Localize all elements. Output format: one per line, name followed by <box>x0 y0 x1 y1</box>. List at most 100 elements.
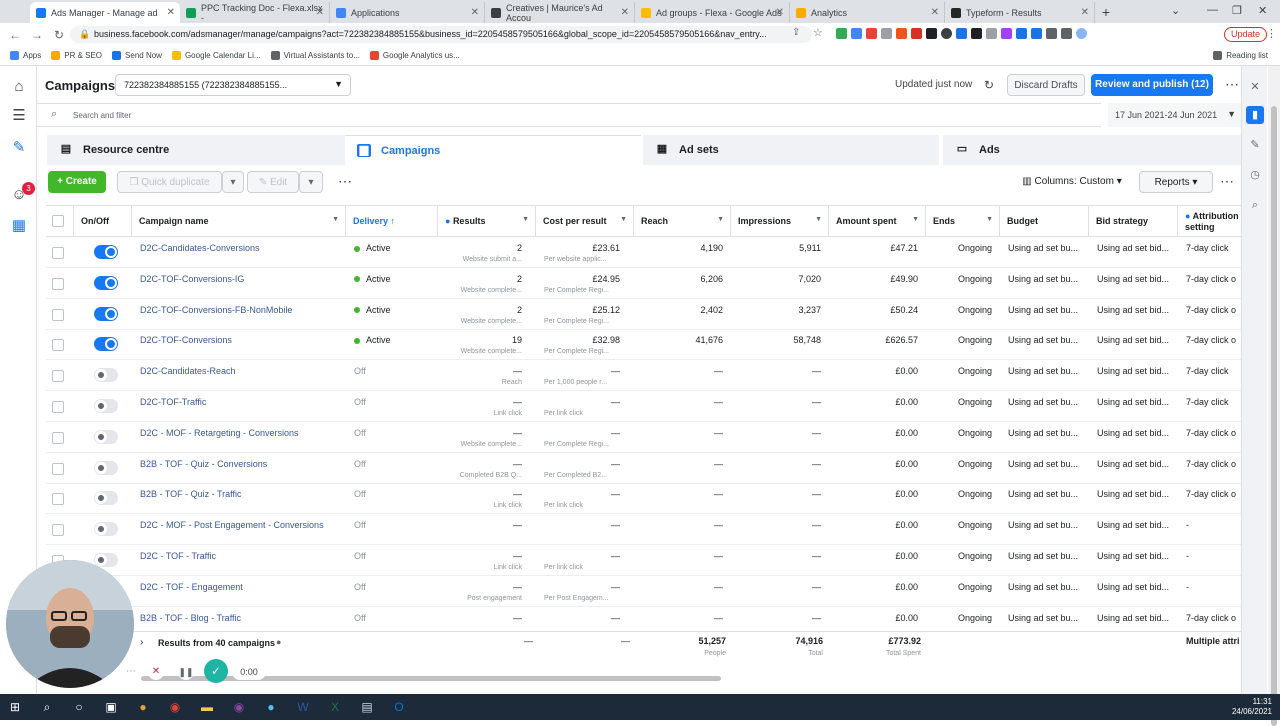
app-icon[interactable]: ▤ <box>356 697 378 717</box>
bookmark-item[interactable]: PR & SEO <box>51 51 102 60</box>
campaign-name-link[interactable]: D2C-TOF-Traffic <box>140 397 206 407</box>
table-row[interactable]: B2B - TOF - Quiz - Traffic Off — Link click… <box>46 483 1241 515</box>
bookmark-item[interactable]: Apps <box>10 51 41 60</box>
table-row[interactable]: D2C-TOF-Conversions-FB-NonMobile Active 2 W… <box>46 299 1241 330</box>
browser-tab[interactable]: Creatives | Maurice's Ad Accou ✕ <box>485 2 635 23</box>
history-icon[interactable]: ◷ <box>1246 166 1264 184</box>
tab-ad-sets[interactable]: ▦ Ad sets <box>643 135 939 165</box>
table-row[interactable]: B2B - TOF - Quiz - Conversions Off — Comple… <box>46 453 1241 484</box>
extension-icon[interactable] <box>896 28 907 39</box>
excel-icon[interactable]: X <box>324 697 346 717</box>
app-icon[interactable]: ◉ <box>228 697 250 717</box>
windows-start-icon[interactable]: ⊞ <box>4 697 26 717</box>
home-icon[interactable]: ⌂ <box>9 78 29 98</box>
forward-icon[interactable]: → <box>26 28 48 42</box>
reading-list[interactable]: Reading list <box>1213 51 1268 60</box>
chart-icon[interactable]: ▮ <box>1246 106 1264 124</box>
new-tab-button[interactable]: + <box>1095 2 1117 23</box>
close-icon[interactable]: ✕ <box>1246 78 1264 96</box>
extension-icon[interactable] <box>986 28 997 39</box>
column-header-onoff[interactable]: On/Off <box>74 206 132 237</box>
browser-tab[interactable]: Ad groups - Flexa - Google Ads ✕ <box>635 2 790 23</box>
outlook-icon[interactable]: O <box>388 697 410 717</box>
table-row[interactable]: D2C-Candidates-Conversions Active 2 Website… <box>46 237 1241 268</box>
row-checkbox[interactable] <box>52 524 64 537</box>
review-publish-button[interactable]: Review and publish (12) <box>1091 74 1213 96</box>
table-row[interactable]: D2C-TOF-Traffic Off — Link click — Per link c… <box>46 391 1241 422</box>
date-range-picker[interactable]: 17 Jun 2021-24 Jun 2021 ▼ <box>1108 103 1241 127</box>
row-checkbox[interactable] <box>52 339 64 352</box>
search-icon[interactable]: ⌕ <box>36 697 58 717</box>
column-header-name[interactable]: Campaign name ▼ <box>132 206 346 237</box>
app-icon[interactable]: ● <box>132 697 154 717</box>
select-all-checkbox[interactable] <box>52 215 64 227</box>
campaign-toggle[interactable] <box>94 553 118 567</box>
extension-icon[interactable] <box>866 28 877 39</box>
account-selector[interactable]: 722382384885155 (722382384885155... ▼ <box>115 74 351 96</box>
reports-button[interactable]: Reports ▾ <box>1139 171 1213 193</box>
table-row[interactable]: D2C-Candidates-Reach Off — Reach — Per 1,000 … <box>46 360 1241 392</box>
campaign-toggle[interactable] <box>94 245 118 259</box>
tab-close-icon[interactable]: ✕ <box>167 7 175 18</box>
table-icon[interactable]: ▦ <box>9 216 29 236</box>
tab-ads[interactable]: ▭ Ads <box>943 135 1241 165</box>
tab-resource-centre[interactable]: ▤ Resource centre <box>47 135 345 165</box>
tab-close-icon[interactable]: ✕ <box>471 7 479 18</box>
more-options-icon[interactable]: ⋯ <box>1225 76 1240 93</box>
campaign-toggle[interactable] <box>94 460 118 475</box>
column-header-amount-spent[interactable]: Amount spent ▼ <box>829 206 926 237</box>
tab-close-icon[interactable]: ✕ <box>1081 7 1089 18</box>
close-window-icon[interactable]: ✕ <box>1258 4 1267 17</box>
column-header-impressions[interactable]: Impressions ▼ <box>731 206 829 237</box>
profile-avatar[interactable] <box>1076 28 1087 39</box>
extension-icon[interactable] <box>1046 28 1057 39</box>
menu-icon[interactable]: ☰ <box>9 106 29 126</box>
edit-dropdown[interactable]: ▾ <box>299 171 323 193</box>
chrome-icon[interactable]: ◉ <box>164 697 186 717</box>
create-button[interactable]: + Create <box>48 171 106 193</box>
row-checkbox[interactable] <box>52 431 64 444</box>
campaign-name-link[interactable]: D2C-TOF-Conversions <box>140 335 232 345</box>
extension-icon[interactable] <box>881 28 892 39</box>
column-header-delivery[interactable]: Delivery ↑ <box>346 206 438 237</box>
campaign-name-link[interactable]: B2B - TOF - Blog - Traffic <box>140 613 241 623</box>
table-row[interactable]: D2C - MOF - Post Engagement - Conversion… <box>46 514 1241 546</box>
campaign-toggle[interactable] <box>94 429 118 444</box>
table-row[interactable]: D2C-TOF-Conversions-IG Active 2 Website com… <box>46 268 1241 299</box>
row-checkbox[interactable] <box>52 277 64 290</box>
row-checkbox[interactable] <box>52 308 64 321</box>
campaign-toggle[interactable] <box>94 399 118 413</box>
browser-tab[interactable]: Applications ✕ <box>330 2 485 23</box>
table-row[interactable]: D2C-TOF-Conversions Active 19 Website compl… <box>46 329 1241 361</box>
row-checkbox[interactable] <box>52 462 64 475</box>
campaign-toggle[interactable] <box>94 275 118 290</box>
column-header-cost-per-result[interactable]: Cost per result ▼ <box>536 206 634 237</box>
extension-icon[interactable] <box>851 28 862 39</box>
vertical-scrollbar[interactable] <box>1268 66 1280 726</box>
columns-button[interactable]: ▥ Columns: Custom ▾ <box>1013 171 1131 193</box>
file-explorer-icon[interactable]: ▬ <box>196 697 218 717</box>
column-header-results[interactable]: ● Results ▼ <box>438 206 536 237</box>
more-options-icon[interactable]: ⋯ <box>1220 173 1235 190</box>
campaign-name-link[interactable]: D2C-TOF-Conversions-IG <box>140 274 244 284</box>
bookmark-item[interactable]: Send Now <box>112 51 162 60</box>
campaign-toggle[interactable] <box>94 491 118 506</box>
tab-close-icon[interactable]: ✕ <box>621 7 629 18</box>
cancel-recording-icon[interactable]: ✕ <box>148 664 164 680</box>
campaign-name-link[interactable]: D2C-Candidates-Conversions <box>140 243 260 253</box>
column-header-ends[interactable]: Ends ▼ <box>926 206 1000 237</box>
campaign-name-link[interactable]: B2B - TOF - Quiz - Traffic <box>140 489 242 499</box>
app-icon[interactable]: ● <box>260 697 282 717</box>
browser-tab[interactable]: PPC Tracking Doc - Flexa.xlsx - ✕ <box>180 2 330 23</box>
extension-icon[interactable] <box>836 28 847 39</box>
minimize-icon[interactable]: — <box>1207 4 1218 16</box>
extension-icon[interactable] <box>911 28 922 39</box>
more-options-icon[interactable]: ⋯ <box>338 173 353 190</box>
check-icon[interactable]: ✓ <box>204 659 228 683</box>
table-row[interactable]: D2C - TOF - Engagement Off — Post engagemen… <box>46 576 1241 607</box>
row-checkbox[interactable] <box>52 247 64 259</box>
table-row[interactable]: D2C - TOF - Traffic Off — Link click — Per li… <box>46 545 1241 576</box>
browser-tab[interactable]: Analytics ✕ <box>790 2 945 23</box>
tab-close-icon[interactable]: ✕ <box>931 7 939 18</box>
extension-icon[interactable] <box>926 28 937 39</box>
